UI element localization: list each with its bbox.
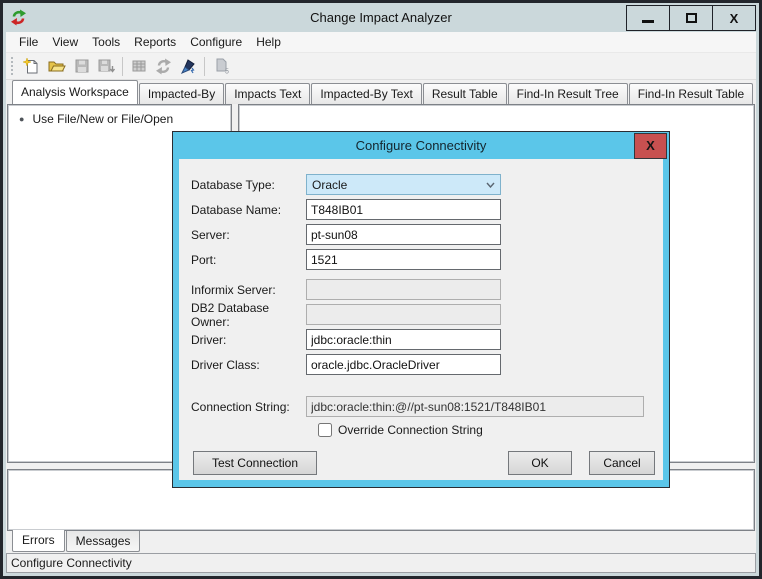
db2-database-owner-label: DB2 Database Owner: — [191, 300, 270, 329]
refresh-button — [151, 55, 176, 78]
result-table-button — [126, 55, 151, 78]
dialog-close-button[interactable]: X — [634, 133, 667, 159]
open-folder-icon — [48, 61, 66, 72]
dialog-title: Configure Connectivity — [355, 138, 487, 153]
dialog-titlebar: Configure Connectivity X — [179, 132, 667, 159]
new-file-button[interactable] — [19, 55, 44, 78]
tree-item[interactable]: ● Use File/New or File/Open — [8, 105, 231, 126]
minimize-button[interactable] — [626, 5, 670, 31]
save-as-icon — [98, 59, 115, 73]
tab-messages[interactable]: Messages — [65, 531, 141, 552]
titlebar: Change Impact Analyzer X — [3, 3, 759, 32]
port-label: Port: — [191, 252, 217, 267]
override-connection-string-label: Override Connection String — [338, 423, 483, 437]
save-icon — [75, 59, 88, 73]
app-window: Change Impact Analyzer X File View Tools… — [0, 0, 762, 579]
tab-find-in-result-table[interactable]: Find-In Result Table — [628, 83, 754, 104]
informix-server-label: Informix Server: — [191, 282, 276, 297]
toolbar: 5 — [6, 53, 756, 80]
tab-find-in-result-tree[interactable]: Find-In Result Tree — [507, 83, 628, 104]
database-type-label: Database Type: — [191, 177, 275, 192]
status-bar: Configure Connectivity — [6, 553, 756, 573]
informix-server-input — [306, 279, 501, 300]
menu-tools[interactable]: Tools — [85, 35, 127, 49]
toolbar-separator — [122, 56, 123, 76]
report-icon: 5 — [216, 58, 229, 75]
minimize-icon — [642, 19, 654, 23]
tab-errors[interactable]: Errors — [12, 530, 65, 552]
table-icon — [132, 60, 145, 72]
connection-string-input — [306, 396, 644, 417]
new-file-icon — [23, 57, 38, 73]
maximize-icon — [685, 13, 697, 23]
toolbar-separator — [204, 56, 205, 76]
bullet-icon: ● — [19, 113, 25, 124]
override-connection-string-checkbox[interactable] — [318, 423, 332, 437]
menu-file[interactable]: File — [12, 35, 45, 49]
port-input[interactable] — [306, 249, 501, 270]
chevron-down-icon — [486, 182, 495, 188]
close-button[interactable]: X — [712, 5, 756, 31]
dialog-body: Database Type: Oracle Database Name: Ser… — [179, 159, 663, 480]
driver-class-label: Driver Class: — [191, 357, 260, 372]
tab-impacted-by-text[interactable]: Impacted-By Text — [311, 83, 422, 104]
configure-connectivity-dialog: Configure Connectivity X Database Type: … — [172, 131, 670, 488]
workspace-tabstrip: Analysis Workspace Impacted-By Impacts T… — [6, 80, 756, 104]
tab-analysis-workspace[interactable]: Analysis Workspace — [12, 80, 138, 104]
test-connection-button[interactable]: Test Connection — [193, 451, 317, 475]
run-analysis-button[interactable] — [176, 55, 201, 78]
refresh-icon — [156, 58, 171, 74]
db2-database-owner-input — [306, 304, 501, 325]
menubar: File View Tools Reports Configure Help — [6, 32, 756, 53]
driver-class-input[interactable] — [306, 354, 501, 375]
menu-configure[interactable]: Configure — [183, 35, 249, 49]
tab-result-table[interactable]: Result Table — [422, 83, 507, 104]
menu-reports[interactable]: Reports — [127, 35, 183, 49]
database-name-label: Database Name: — [191, 202, 282, 217]
report-button: 5 — [208, 55, 233, 78]
save-button — [69, 55, 94, 78]
tab-impacts-text[interactable]: Impacts Text — [225, 83, 311, 104]
window-controls: X — [626, 5, 756, 31]
tab-impacted-by[interactable]: Impacted-By — [138, 83, 225, 104]
svg-text:5: 5 — [225, 69, 229, 75]
server-input[interactable] — [306, 224, 501, 245]
save-as-button — [94, 55, 119, 78]
database-type-select[interactable]: Oracle — [306, 174, 501, 195]
database-name-input[interactable] — [306, 199, 501, 220]
ok-button[interactable]: OK — [508, 451, 572, 475]
driver-label: Driver: — [191, 332, 227, 347]
maximize-button[interactable] — [669, 5, 713, 31]
bottom-tabstrip: Errors Messages — [6, 530, 756, 553]
connection-string-label: Connection String: — [191, 399, 290, 414]
open-file-button[interactable] — [44, 55, 69, 78]
tree-item-label: Use File/New or File/Open — [32, 112, 174, 126]
cancel-button[interactable]: Cancel — [589, 451, 655, 475]
run-analysis-icon — [180, 58, 195, 74]
server-label: Server: — [191, 227, 230, 242]
database-type-value: Oracle — [312, 177, 348, 192]
menu-view[interactable]: View — [45, 35, 85, 49]
menu-help[interactable]: Help — [249, 35, 288, 49]
toolbar-grip[interactable] — [11, 57, 14, 75]
driver-input[interactable] — [306, 329, 501, 350]
